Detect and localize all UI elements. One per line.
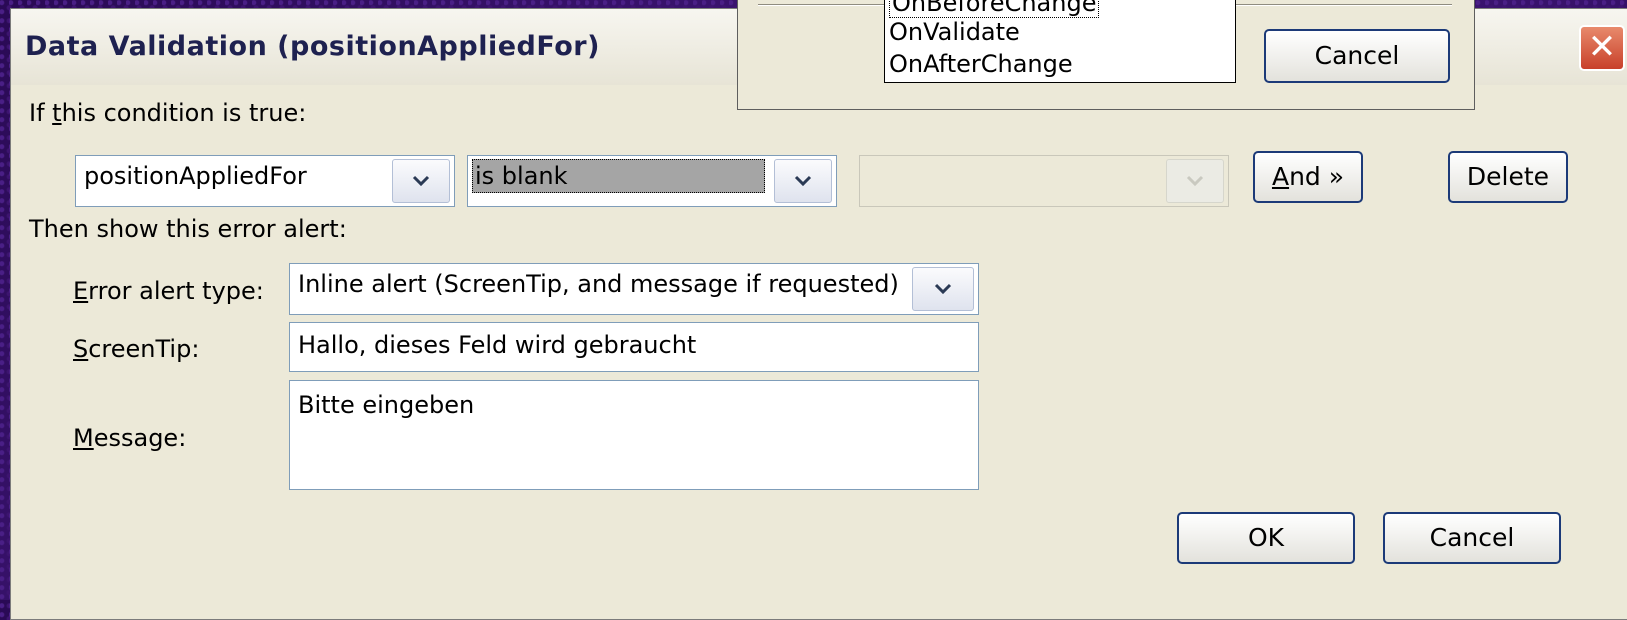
- and-button[interactable]: And »: [1253, 151, 1363, 203]
- chevron-down-icon: [794, 175, 812, 187]
- message-textarea[interactable]: Bitte eingeben: [289, 380, 979, 490]
- operator-combo-dropdown-button[interactable]: [774, 159, 832, 203]
- cancel-button[interactable]: Cancel: [1383, 512, 1561, 564]
- list-item[interactable]: OnAfterChange: [889, 50, 1073, 78]
- error-alert-type-label: Error alert type:: [73, 277, 264, 305]
- error-alert-type-value: Inline alert (ScreenTip, and message if …: [298, 270, 899, 298]
- error-alert-type-combo[interactable]: Inline alert (ScreenTip, and message if …: [289, 263, 979, 315]
- message-value: Bitte eingeben: [298, 391, 475, 419]
- field-combo-dropdown-button[interactable]: [392, 159, 450, 203]
- alert-section-label: Then show this error alert:: [29, 215, 347, 243]
- popup-cancel-button[interactable]: Cancel: [1264, 29, 1450, 83]
- close-icon: ✕: [1587, 27, 1617, 67]
- close-button[interactable]: ✕: [1579, 25, 1625, 71]
- event-popup-dialog: OnBeforeChange OnValidate OnAfterChange …: [737, 0, 1475, 110]
- field-combo[interactable]: positionAppliedFor: [75, 155, 455, 207]
- operator-combo-value: is blank: [472, 159, 765, 193]
- chevron-down-icon: [412, 175, 430, 187]
- screentip-value: Hallo, dieses Feld wird gebraucht: [298, 331, 697, 359]
- screentip-input[interactable]: Hallo, dieses Feld wird gebraucht: [289, 322, 979, 372]
- list-item[interactable]: OnValidate: [889, 18, 1020, 46]
- screentip-label: ScreenTip:: [73, 335, 200, 363]
- chevron-down-icon: [934, 283, 952, 295]
- list-item[interactable]: OnBeforeChange: [889, 0, 1100, 18]
- ok-button[interactable]: OK: [1177, 512, 1355, 564]
- value-combo-dropdown-button: [1166, 159, 1224, 203]
- event-listbox[interactable]: OnBeforeChange OnValidate OnAfterChange: [884, 0, 1236, 83]
- message-label: Message:: [73, 424, 187, 452]
- error-alert-type-dropdown-button[interactable]: [912, 267, 974, 311]
- field-combo-value: positionAppliedFor: [84, 162, 307, 190]
- value-combo: [859, 155, 1229, 207]
- operator-combo[interactable]: is blank: [467, 155, 837, 207]
- condition-label: If this condition is true:: [29, 99, 307, 127]
- dialog-title: Data Validation (positionAppliedFor): [25, 31, 600, 62]
- chevron-down-icon: [1186, 175, 1204, 187]
- delete-button[interactable]: Delete: [1448, 151, 1568, 203]
